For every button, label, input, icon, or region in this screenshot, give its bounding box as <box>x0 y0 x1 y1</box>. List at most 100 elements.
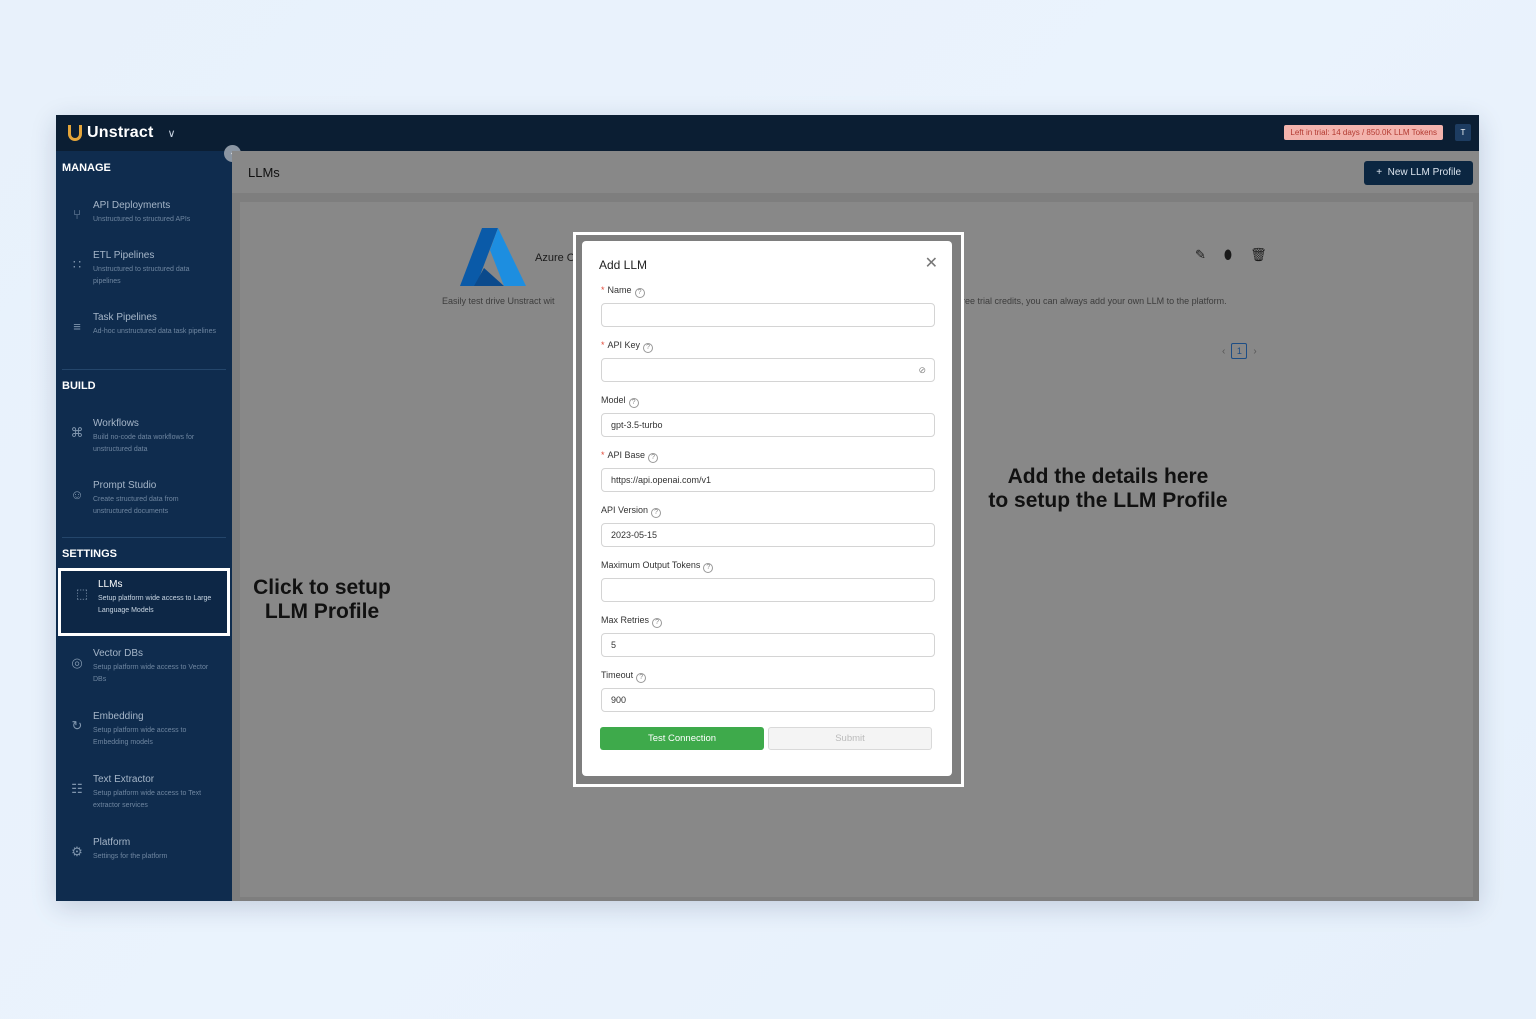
api-base-field[interactable]: https://api.openai.com/v1 <box>601 468 935 492</box>
timeout-label: Timeout? <box>601 670 647 683</box>
sidebar-item-vector-dbs[interactable]: ◎ Vector DBs Setup platform wide access … <box>56 640 232 700</box>
llm-card-actions: ✎ ⬮ 🗑 <box>1195 247 1267 263</box>
vector-db-icon: ◎ <box>71 655 83 670</box>
model-field[interactable]: gpt-3.5-turbo <box>601 413 935 437</box>
annotation-right-line2: to setup the LLM Profile <box>988 489 1228 512</box>
sidebar-divider <box>62 537 226 538</box>
max-retries-label: Max Retries? <box>601 615 663 628</box>
sidebar-item-prompt-studio[interactable]: ☺ Prompt Studio Create structured data f… <box>56 472 232 532</box>
close-icon[interactable]: ✕ <box>925 253 938 273</box>
api-key-label: * API Key? <box>601 340 654 353</box>
platform-icon: ⚙ <box>71 844 83 859</box>
add-llm-modal: Add LLM ✕ * Name? * API Key? ⊘ Model? gpt-… <box>582 241 952 776</box>
sidebar-item-text-extractor[interactable]: ☷ Text Extractor Setup platform wide acc… <box>56 766 232 826</box>
name-field[interactable] <box>601 303 935 327</box>
sidebar-section-build: BUILD <box>62 380 96 392</box>
api-deployments-icon: ⑂ <box>73 207 81 222</box>
api-version-field[interactable]: 2023-05-15 <box>601 523 935 547</box>
brand-switcher[interactable]: Unstract ∨ <box>68 124 176 142</box>
help-icon: ? <box>651 508 662 518</box>
delete-icon[interactable]: 🗑 <box>1250 247 1267 263</box>
model-label: Model? <box>601 395 639 408</box>
sidebar-item-etl-pipelines[interactable]: ∷ ETL Pipelines Unstructured to structur… <box>56 242 232 302</box>
sidebar-item-label: LLMs <box>98 579 123 590</box>
api-key-field[interactable]: ⊘ <box>601 358 935 382</box>
task-pipelines-icon: ≡ <box>73 319 81 334</box>
top-bar: Unstract ∨ Left in trial: 14 days / 850.… <box>56 115 1479 151</box>
share-icon[interactable]: ⬮ <box>1224 247 1232 263</box>
etl-pipelines-icon: ∷ <box>72 257 82 272</box>
api-base-label: * API Base? <box>601 450 659 463</box>
name-label: * Name? <box>601 285 645 298</box>
submit-button[interactable]: Submit <box>768 727 932 750</box>
llm-card-name: Azure O <box>535 252 576 264</box>
sidebar-item-label: Embedding <box>93 711 144 722</box>
max-output-tokens-label-text: Maximum Output Tokens <box>601 560 701 570</box>
help-icon: ? <box>652 618 663 628</box>
sidebar-item-label: Prompt Studio <box>93 480 157 491</box>
timeout-field[interactable]: 900 <box>601 688 935 712</box>
sidebar-item-desc: Unstructured to structured data pipeline… <box>93 266 190 285</box>
unstract-logo-icon <box>68 125 82 141</box>
sidebar-item-workflows[interactable]: ⌘ Workflows Build no-code data workflows… <box>56 410 232 470</box>
max-output-tokens-label: Maximum Output Tokens? <box>601 560 714 573</box>
api-version-label: API Version? <box>601 505 662 518</box>
new-llm-profile-button[interactable]: + New LLM Profile <box>1364 161 1473 185</box>
sidebar: MANAGE ⑂ API Deployments Unstructured to… <box>56 151 232 901</box>
sidebar-item-desc: Ad-hoc unstructured data task pipelines <box>93 328 216 335</box>
sidebar-item-label: Workflows <box>93 418 139 429</box>
edit-icon[interactable]: ✎ <box>1195 247 1206 263</box>
sidebar-item-embedding[interactable]: ↻ Embedding Setup platform wide access t… <box>56 703 232 763</box>
avatar[interactable]: T <box>1455 124 1471 141</box>
help-icon: ? <box>628 398 639 408</box>
workflows-icon: ⌘ <box>70 425 84 440</box>
azure-logo-icon <box>460 228 526 286</box>
sidebar-item-label: Task Pipelines <box>93 312 157 323</box>
sidebar-divider <box>62 369 226 370</box>
sidebar-section-manage: MANAGE <box>62 162 111 174</box>
annotation-right: Add the details here to setup the LLM Pr… <box>968 465 1248 513</box>
annotation-left: Click to setup LLM Profile <box>238 576 406 624</box>
api-key-label-text: API Key <box>607 340 641 350</box>
sidebar-item-task-pipelines[interactable]: ≡ Task Pipelines Ad-hoc unstructured dat… <box>56 304 232 364</box>
brand-name: Unstract <box>87 124 154 141</box>
test-connection-button[interactable]: Test Connection <box>600 727 764 750</box>
modal-title: Add LLM <box>599 258 648 272</box>
prev-page-icon[interactable]: ‹ <box>1222 346 1225 357</box>
sidebar-item-label: API Deployments <box>93 200 171 211</box>
max-retries-label-text: Max Retries <box>601 615 650 625</box>
sidebar-item-llms[interactable]: ⬚ LLMs Setup platform wide access to Lar… <box>58 568 230 636</box>
max-retries-field[interactable]: 5 <box>601 633 935 657</box>
sidebar-item-desc: Settings for the platform <box>93 853 168 860</box>
page-header: LLMs + New LLM Profile <box>232 151 1479 193</box>
chevron-down-icon: ∨ <box>167 127 176 140</box>
new-llm-profile-label: New LLM Profile <box>1387 167 1461 178</box>
help-icon: ? <box>703 563 714 573</box>
api-base-label-text: API Base <box>607 450 646 460</box>
embedding-icon: ↻ <box>71 718 83 733</box>
sidebar-section-settings: SETTINGS <box>62 548 118 560</box>
page-number[interactable]: 1 <box>1231 343 1248 359</box>
sidebar-item-desc: Setup platform wide access to Text extra… <box>93 790 202 809</box>
sidebar-item-desc: Setup platform wide access to Large Lang… <box>98 595 212 614</box>
sidebar-item-label: ETL Pipelines <box>93 250 155 261</box>
sidebar-item-label: Vector DBs <box>93 648 144 659</box>
annotation-left-line2: LLM Profile <box>264 600 380 623</box>
llm-card-desc-right: ree trial credits, you can always add yo… <box>962 296 1227 306</box>
eye-hidden-icon[interactable]: ⊘ <box>918 359 926 381</box>
help-icon: ? <box>634 288 645 298</box>
sidebar-item-desc: Build no-code data workflows for unstruc… <box>93 434 195 453</box>
max-output-tokens-field[interactable] <box>601 578 935 602</box>
sidebar-item-desc: Unstructured to structured APIs <box>93 216 191 223</box>
sidebar-item-platform[interactable]: ⚙ Platform Settings for the platform <box>56 829 232 889</box>
pagination: ‹ 1 › <box>1222 343 1257 359</box>
sidebar-item-label: Platform <box>93 837 131 848</box>
llm-card-desc-left: Easily test drive Unstract wit <box>442 296 555 306</box>
prompt-studio-icon: ☺ <box>70 487 84 502</box>
name-label-text: Name <box>607 285 632 295</box>
next-page-icon[interactable]: › <box>1253 346 1256 357</box>
page-title: LLMs <box>248 165 280 180</box>
annotation-right-line1: Add the details here <box>1007 465 1209 488</box>
model-label-text: Model <box>601 395 626 405</box>
timeout-label-text: Timeout <box>601 670 634 680</box>
